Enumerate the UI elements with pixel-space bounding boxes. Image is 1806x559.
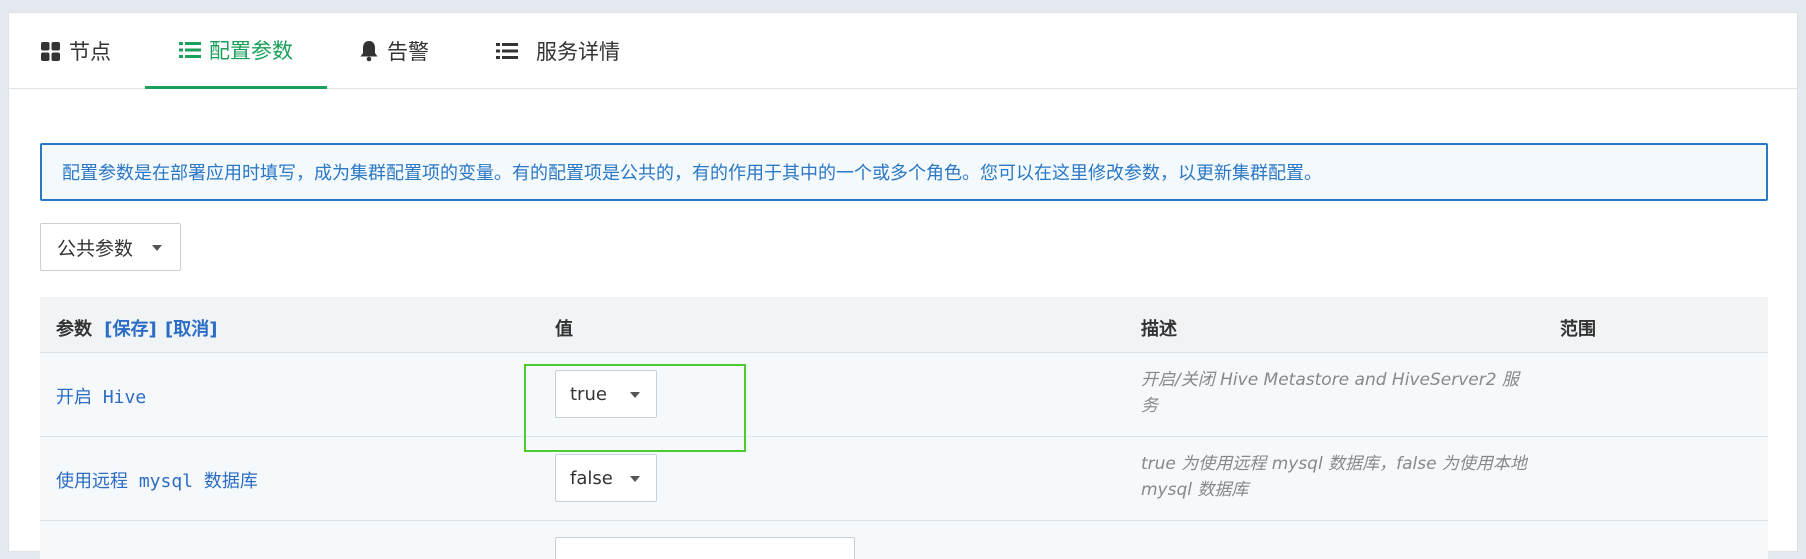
value-input[interactable] [555, 537, 855, 559]
parameter-scope-value: 公共参数 [57, 237, 134, 260]
header-param-label: 参数 [56, 319, 92, 340]
tab-bar: 节点 配置参数 告警 服务详情 [9, 13, 1797, 89]
tab-nodes[interactable]: 节点 [41, 13, 111, 89]
header-value: 值 [555, 319, 573, 340]
value-dropdown-text: true [570, 383, 607, 405]
config-table: 参数 [保存] [取消] 值 描述 范围 开启 Hive true 开启/关闭 … [40, 297, 1768, 559]
value-dropdown-text: false [570, 467, 613, 489]
grid-icon [41, 41, 61, 61]
param-description: true 为使用远程 mysql 数据库，false 为使用本地 mysql 数… [1141, 454, 1527, 500]
header-description: 描述 [1141, 319, 1177, 340]
info-alert: 配置参数是在部署应用时填写，成为集群配置项的变量。有的配置项是公共的，有的作用于… [40, 143, 1768, 201]
tab-service-details[interactable]: 服务详情 [496, 13, 620, 89]
param-name-link[interactable]: 开启 Hive [56, 383, 146, 409]
bell-icon [359, 40, 379, 62]
parameter-scope-dropdown[interactable]: 公共参数 [40, 223, 181, 271]
list-icon [179, 41, 201, 59]
header-scope: 范围 [1560, 319, 1596, 340]
table-row [40, 521, 1768, 559]
caret-down-icon [152, 245, 162, 251]
cancel-link[interactable]: [取消] [165, 319, 217, 340]
tab-config[interactable]: 配置参数 [145, 13, 327, 89]
caret-down-icon [630, 392, 640, 398]
tab-service-details-label: 服务详情 [536, 40, 620, 64]
tab-alerts[interactable]: 告警 [359, 13, 429, 89]
param-description: 开启/关闭 Hive Metastore and HiveServer2 服务 [1141, 370, 1519, 416]
save-link[interactable]: [保存] [104, 319, 156, 340]
table-header: 参数 [保存] [取消] 值 描述 范围 [40, 297, 1768, 353]
list-icon [496, 42, 518, 60]
value-dropdown[interactable]: true [555, 370, 657, 418]
table-row: 开启 Hive true 开启/关闭 Hive Metastore and Hi… [40, 353, 1768, 437]
tab-nodes-label: 节点 [69, 40, 111, 64]
param-name-link[interactable]: 使用远程 mysql 数据库 [56, 467, 258, 493]
service-panel: 节点 配置参数 告警 服务详情 配置参数是在部署应用时填写，成为集群配置项的变量… [8, 12, 1798, 559]
tab-config-label: 配置参数 [209, 38, 293, 63]
value-dropdown[interactable]: false [555, 454, 657, 502]
tab-alerts-label: 告警 [387, 40, 429, 64]
info-message: 配置参数是在部署应用时填写，成为集群配置项的变量。有的配置项是公共的，有的作用于… [62, 163, 1322, 184]
header-param: 参数 [保存] [取消] [56, 315, 217, 341]
table-row: 使用远程 mysql 数据库 false true 为使用远程 mysql 数据… [40, 437, 1768, 521]
caret-down-icon [630, 476, 640, 482]
